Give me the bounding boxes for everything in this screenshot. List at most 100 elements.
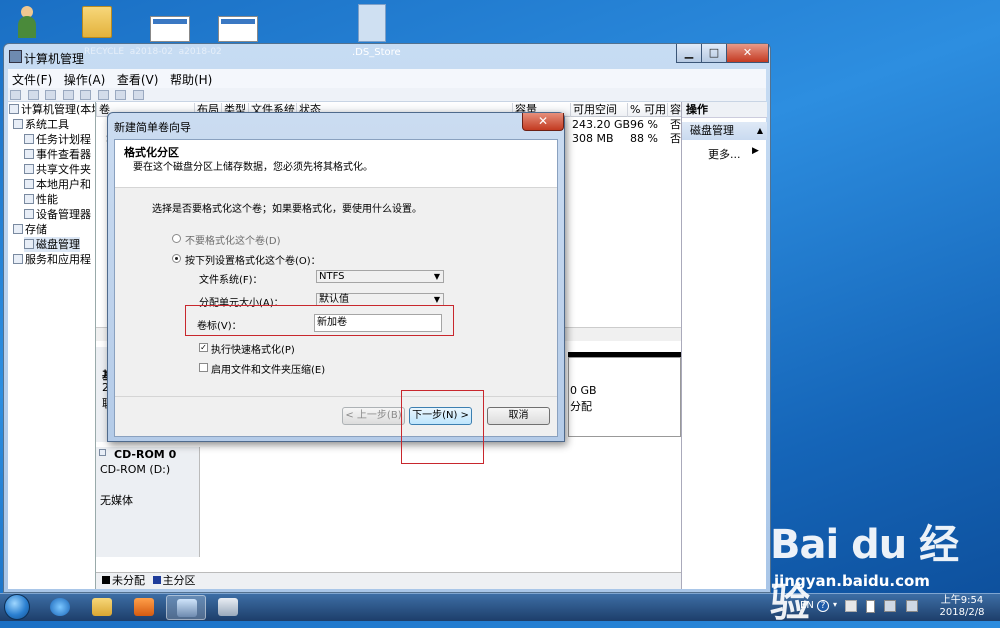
computer-icon <box>9 104 19 114</box>
dialog-title: 新建简单卷向导 <box>114 121 191 134</box>
up-icon[interactable] <box>45 90 56 100</box>
tree-item-task-scheduler[interactable]: 任务计划程 <box>24 132 91 147</box>
help-icon[interactable] <box>80 90 91 100</box>
col-fault-tolerance[interactable]: 容 <box>667 103 681 117</box>
tree-item-device-manager[interactable]: 设备管理器 <box>24 207 91 222</box>
primary-partition-swatch <box>152 576 161 584</box>
col-free-space[interactable]: 可用空间 <box>570 103 617 117</box>
disk-icon <box>24 239 34 249</box>
close-button[interactable]: ✕ <box>726 44 769 63</box>
folder-desktop-icon[interactable] <box>76 2 120 42</box>
no-format-label[interactable]: 不要格式化这个卷(D) <box>185 232 281 247</box>
media-player-icon <box>134 598 154 616</box>
actions-pane: 操作 磁盘管理 ▲ 更多... ▶ <box>681 102 767 589</box>
cdrom-label[interactable]: CD-ROM 0 CD-ROM (D:) 无媒体 <box>96 447 200 557</box>
event-viewer-icon <box>24 149 34 159</box>
toolbar <box>8 88 766 102</box>
tree-item-local-users[interactable]: 本地用户和 <box>24 177 91 192</box>
forward-icon[interactable] <box>27 90 39 100</box>
image-thumbnail-icon <box>150 16 190 42</box>
collapse-arrow-icon: ▲ <box>756 126 763 135</box>
wizard-header-subtitle: 要在这个磁盘分区上储存数据，您必须先将其格式化。 <box>133 162 373 173</box>
taskbar-media-player[interactable] <box>124 595 164 620</box>
tree-item-computer-management[interactable]: 计算机管理(本地 <box>9 102 95 117</box>
screenshot-desktop-icon[interactable] <box>146 2 190 42</box>
actions-disk-management[interactable]: 磁盘管理 ▲ <box>682 122 767 140</box>
tree-item-event-viewer[interactable]: 事件查看器 <box>24 147 91 162</box>
device-manager-icon <box>24 209 34 219</box>
dropdown-arrow-icon: ▼ <box>433 272 440 281</box>
col-percent-free[interactable]: % 可用 <box>627 103 666 117</box>
wizard-button-bar: < 上一步(B) 下一步(N) > 取消 <box>115 396 557 436</box>
taskbar-calculator[interactable] <box>208 595 248 620</box>
baidu-watermark: Bai du 经验 jingyan.baidu.com <box>770 512 970 626</box>
screenshot-desktop-icon-2[interactable] <box>214 2 258 42</box>
storage-icon <box>13 224 23 234</box>
ie-icon <box>50 598 70 616</box>
compression-label[interactable]: 启用文件和文件夹压缩(E) <box>211 361 325 376</box>
dialog-body: 格式化分区 要在这个磁盘分区上储存数据，您必须先将其格式化。 选择是否要格式化这… <box>114 139 558 437</box>
back-icon[interactable] <box>10 90 21 100</box>
dialog-close-button[interactable]: ✕ <box>522 113 564 131</box>
tree-item-performance[interactable]: 性能 <box>24 192 58 207</box>
filesystem-label: 文件系统(F)： <box>199 275 263 286</box>
tree-item-system-tools[interactable]: 系统工具 <box>13 117 69 132</box>
unallocated-swatch <box>102 576 110 584</box>
taskbar-computer-management[interactable] <box>166 595 206 620</box>
watermark-brand: Bai du 经验 <box>770 522 959 626</box>
format-prompt: 选择是否要格式化这个卷；如果要格式化，要使用什么设置。 <box>152 204 422 215</box>
obscured-desktop-labels: RECYCLE a2018-02 a2018-02 <box>84 47 222 57</box>
export-icon[interactable] <box>132 90 144 100</box>
partition-block[interactable]: 0 GB 分配 <box>568 357 681 437</box>
clock-icon <box>24 134 34 144</box>
maximize-button[interactable]: □ <box>701 44 727 63</box>
taskbar-explorer[interactable] <box>82 595 122 620</box>
window-title: 计算机管理 <box>24 52 85 66</box>
menu-action[interactable]: 操作(A) <box>60 69 110 90</box>
tree-item-shared-folders[interactable]: 共享文件夹 <box>24 162 91 177</box>
properties-icon[interactable] <box>62 90 74 100</box>
no-format-radio[interactable] <box>172 234 181 243</box>
calculator-icon <box>218 598 238 616</box>
menu-help[interactable]: 帮助(H) <box>166 69 216 90</box>
back-button[interactable]: < 上一步(B) <box>342 407 405 425</box>
navigation-tree: 计算机管理(本地 系统工具 任务计划程 事件查看器 共享文件夹 本地用户和 性能… <box>8 102 96 589</box>
actions-header: 操作 <box>682 102 767 118</box>
new-simple-volume-dialog: 新建简单卷向导 ✕ 格式化分区 要在这个磁盘分区上储存数据，您必须先将其格式化。… <box>107 112 565 442</box>
tree-item-storage[interactable]: 存储 <box>13 222 47 237</box>
menu-view[interactable]: 查看(V) <box>113 69 163 90</box>
format-label[interactable]: 按下列设置格式化这个卷(O)： <box>185 252 321 267</box>
minimize-button[interactable]: ▁ <box>676 44 702 63</box>
format-radio[interactable] <box>172 254 181 263</box>
disk-legend: 未分配 主分区 <box>96 572 681 589</box>
image-thumbnail-icon <box>218 16 258 42</box>
cdrom-icon <box>99 449 106 456</box>
ds-store-desktop-icon[interactable] <box>350 2 394 42</box>
show-pane-icon[interactable] <box>97 90 109 100</box>
start-button[interactable] <box>4 594 30 620</box>
computer-management-icon <box>177 599 197 617</box>
actions-more[interactable]: 更多... ▶ <box>708 146 759 162</box>
dropdown-arrow-icon: ▼ <box>433 295 440 304</box>
refresh-icon[interactable] <box>115 90 126 100</box>
tree-item-disk-management[interactable]: 磁盘管理 <box>24 237 80 252</box>
user-desktop-icon[interactable] <box>6 2 50 42</box>
folder-icon <box>92 598 112 616</box>
shared-folder-icon <box>24 164 34 174</box>
quick-format-label[interactable]: 执行快速格式化(P) <box>211 341 295 356</box>
taskbar-ie[interactable] <box>40 595 80 620</box>
menu-file[interactable]: 文件(F) <box>8 69 56 90</box>
ds-store-label: .DS_Store <box>352 47 401 58</box>
quick-format-checkbox[interactable]: ✓ <box>199 343 208 352</box>
tree-item-services-apps[interactable]: 服务和应用程 <box>13 252 91 267</box>
user-body-icon <box>18 16 36 38</box>
wizard-header: 格式化分区 要在这个磁盘分区上储存数据，您必须先将其格式化。 <box>115 140 557 188</box>
performance-icon <box>24 194 34 204</box>
compression-checkbox[interactable] <box>199 363 208 372</box>
computer-management-icon <box>9 50 22 63</box>
expand-arrow-icon: ▶ <box>752 146 759 156</box>
menubar: 文件(F) 操作(A) 查看(V) 帮助(H) <box>8 69 766 88</box>
filesystem-select[interactable]: NTFS ▼ <box>316 270 444 283</box>
tools-icon <box>13 119 23 129</box>
cancel-button[interactable]: 取消 <box>487 407 550 425</box>
